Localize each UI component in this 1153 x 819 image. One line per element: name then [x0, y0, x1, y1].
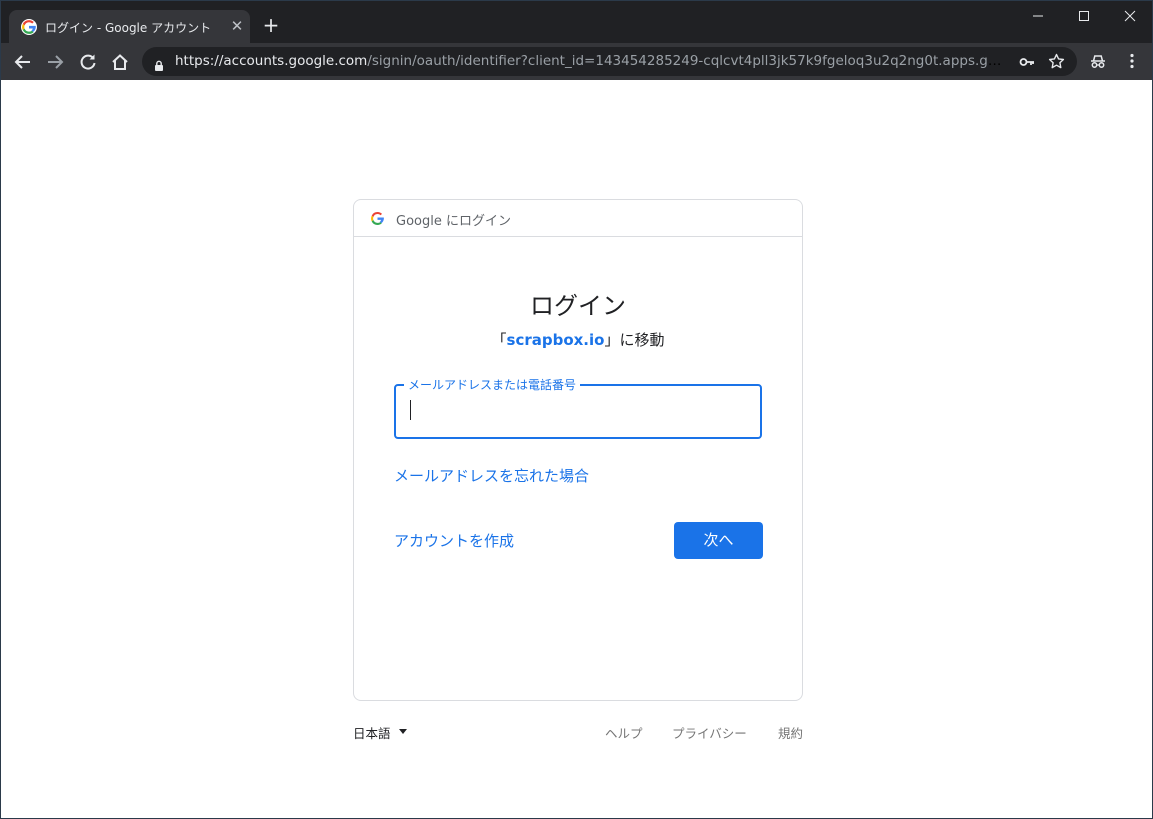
- card-header-text: Google にログイン: [396, 214, 511, 229]
- forward-arrow-icon[interactable]: [41, 48, 69, 76]
- more-menu-icon[interactable]: [1123, 52, 1141, 70]
- url-path: /signin/oauth/identifier?client_id=14345…: [367, 53, 1005, 69]
- next-button[interactable]: 次へ: [674, 522, 763, 559]
- subtitle-suffix: 」に移動: [604, 331, 665, 349]
- home-icon[interactable]: [106, 48, 134, 76]
- page-title: ログイン: [530, 292, 626, 320]
- language-label: 日本語: [353, 726, 391, 741]
- text-caret: [410, 400, 411, 420]
- tab-close-icon[interactable]: ✕: [228, 17, 246, 35]
- page-footer: 日本語 ヘルプ プライバシー 規約: [353, 723, 803, 743]
- maximize-button[interactable]: [1061, 1, 1107, 31]
- lock-icon[interactable]: [154, 56, 164, 71]
- email-field-label: メールアドレスまたは電話番号: [404, 376, 581, 393]
- destination-subtitle: 「scrapbox.io」に移動: [354, 329, 802, 350]
- subtitle-prefix: 「: [491, 331, 507, 349]
- create-account-link[interactable]: アカウントを作成: [394, 530, 514, 551]
- email-field[interactable]: メールアドレスまたは電話番号: [394, 376, 762, 439]
- email-input[interactable]: [409, 398, 747, 424]
- minimize-button[interactable]: [1015, 1, 1061, 31]
- new-tab-button[interactable]: +: [260, 14, 282, 36]
- url-host: https://accounts.google.com: [175, 53, 368, 69]
- forgot-email-link[interactable]: メールアドレスを忘れた場合: [394, 465, 589, 486]
- window-close-button[interactable]: [1107, 1, 1153, 31]
- google-logo-icon: [370, 211, 385, 226]
- card-header: Google にログイン: [354, 200, 802, 237]
- help-link[interactable]: ヘルプ: [605, 723, 643, 742]
- title-bar: ログイン - Google アカウント ✕ +: [1, 1, 1152, 43]
- google-favicon-icon: [21, 19, 37, 35]
- browser-toolbar: https://accounts.google.com/signin/oauth…: [1, 43, 1152, 80]
- login-card: Google にログイン ログイン 「scrapbox.io」に移動 メールアド…: [353, 199, 803, 701]
- browser-tab[interactable]: ログイン - Google アカウント ✕: [9, 10, 250, 43]
- terms-link[interactable]: 規約: [778, 723, 803, 742]
- destination-link[interactable]: scrapbox.io: [507, 331, 605, 349]
- tab-title: ログイン - Google アカウント: [45, 21, 212, 35]
- extension-icon[interactable]: [1089, 52, 1107, 70]
- privacy-link[interactable]: プライバシー: [672, 723, 747, 742]
- dropdown-caret-icon: [399, 729, 407, 734]
- bookmark-star-icon[interactable]: [1048, 53, 1065, 70]
- key-icon[interactable]: [1019, 54, 1035, 70]
- reload-icon[interactable]: [74, 48, 102, 76]
- language-selector[interactable]: 日本語: [353, 723, 407, 742]
- address-bar[interactable]: https://accounts.google.com/signin/oauth…: [142, 47, 1077, 76]
- url-text[interactable]: https://accounts.google.com/signin/oauth…: [175, 53, 1005, 69]
- browser-window: ログイン - Google アカウント ✕ + https://accounts…: [0, 0, 1153, 819]
- back-arrow-icon[interactable]: [9, 48, 37, 76]
